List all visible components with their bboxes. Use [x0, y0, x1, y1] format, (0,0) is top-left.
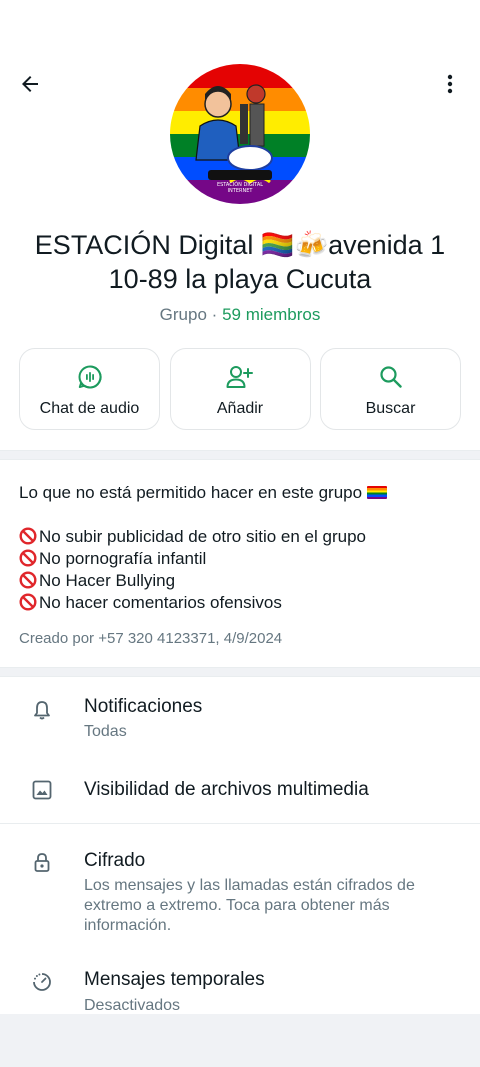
- notifications-value: Todas: [84, 723, 127, 740]
- group-title: ESTACIÓN Digital 🏳️‍🌈🍻avenida 1 10-89 la…: [34, 230, 446, 294]
- audio-chat-label: Chat de audio: [39, 400, 140, 417]
- divider: [0, 459, 480, 460]
- rule-text: No subir publicidad de otro sitio en el …: [39, 527, 366, 546]
- description-intro-line: Lo que no está permitido hacer en este g…: [19, 482, 459, 504]
- rule-item: No subir publicidad de otro sitio en el …: [19, 526, 459, 548]
- section-gap: [0, 668, 480, 676]
- lock-icon: [28, 848, 56, 876]
- media-visibility-title: Visibilidad de archivos multimedia: [84, 779, 369, 800]
- group-subtitle: Grupo · 59 miembros: [0, 305, 480, 325]
- timer-icon: [28, 968, 56, 996]
- separator-dot: ·: [211, 305, 218, 324]
- disappearing-messages-title: Mensajes temporales: [84, 969, 265, 990]
- bottom-area: [0, 1014, 480, 1067]
- bell-icon: [28, 696, 56, 724]
- encryption-title: Cifrado: [84, 850, 146, 871]
- rule-text: No hacer comentarios ofensivos: [39, 593, 282, 612]
- media-visibility-row[interactable]: Visibilidad de archivos multimedia: [0, 768, 480, 814]
- prohibited-icon: [19, 549, 37, 567]
- rule-item: No hacer comentarios ofensivos: [19, 592, 459, 614]
- add-member-button[interactable]: Añadir: [169, 348, 311, 430]
- add-member-label: Añadir: [216, 400, 264, 417]
- arrow-left-icon: [22, 76, 38, 92]
- search-icon: [377, 363, 405, 391]
- image-icon: [28, 776, 56, 804]
- group-description[interactable]: Lo que no está permitido hacer en este g…: [19, 482, 459, 614]
- rainbow-flag-icon: [366, 486, 387, 499]
- divider: [0, 823, 480, 824]
- group-type: Grupo: [159, 305, 207, 324]
- disappearing-messages-row[interactable]: Mensajes temporales Desactivados: [0, 960, 480, 1014]
- description-intro: Lo que no está permitido hacer en este g…: [19, 483, 363, 502]
- more-vertical-icon: [447, 74, 453, 94]
- rule-text: No Hacer Bullying: [39, 571, 176, 590]
- created-by-text: Creado por +57 320 4123371, 4/9/2024: [19, 630, 283, 647]
- back-button[interactable]: [10, 64, 50, 104]
- group-avatar[interactable]: ESTACIÓN DIGITAL INTERNET: [170, 64, 310, 204]
- audio-chat-icon: [76, 363, 104, 391]
- search-button[interactable]: Buscar: [320, 348, 461, 430]
- prohibited-icon: [19, 527, 37, 545]
- encryption-description: Los mensajes y las llamadas están cifrad…: [84, 877, 415, 934]
- rule-item: No Hacer Bullying: [19, 570, 459, 592]
- search-label: Buscar: [365, 400, 416, 417]
- notifications-title: Notificaciones: [84, 696, 203, 717]
- avatar-caption-line2: INTERNET: [227, 188, 253, 194]
- add-person-icon: [226, 363, 254, 391]
- action-buttons: Chat de audio Añadir Buscar: [19, 348, 461, 430]
- avatar-caption: ESTACIÓN DIGITAL INTERNET: [170, 182, 310, 194]
- disappearing-messages-value: Desactivados: [84, 997, 181, 1014]
- members-count-link[interactable]: 59 miembros: [222, 305, 320, 324]
- rule-item: No pornografía infantil: [19, 548, 459, 570]
- divider: [0, 676, 480, 677]
- section-gap: [0, 451, 480, 459]
- notifications-row[interactable]: Notificaciones Todas: [0, 686, 480, 748]
- prohibited-icon: [19, 593, 37, 611]
- encryption-row[interactable]: Cifrado Los mensajes y las llamadas está…: [0, 840, 480, 940]
- more-options-button[interactable]: [430, 64, 470, 104]
- audio-chat-button[interactable]: Chat de audio: [19, 348, 160, 430]
- prohibited-icon: [19, 571, 37, 589]
- rule-text: No pornografía infantil: [39, 549, 207, 568]
